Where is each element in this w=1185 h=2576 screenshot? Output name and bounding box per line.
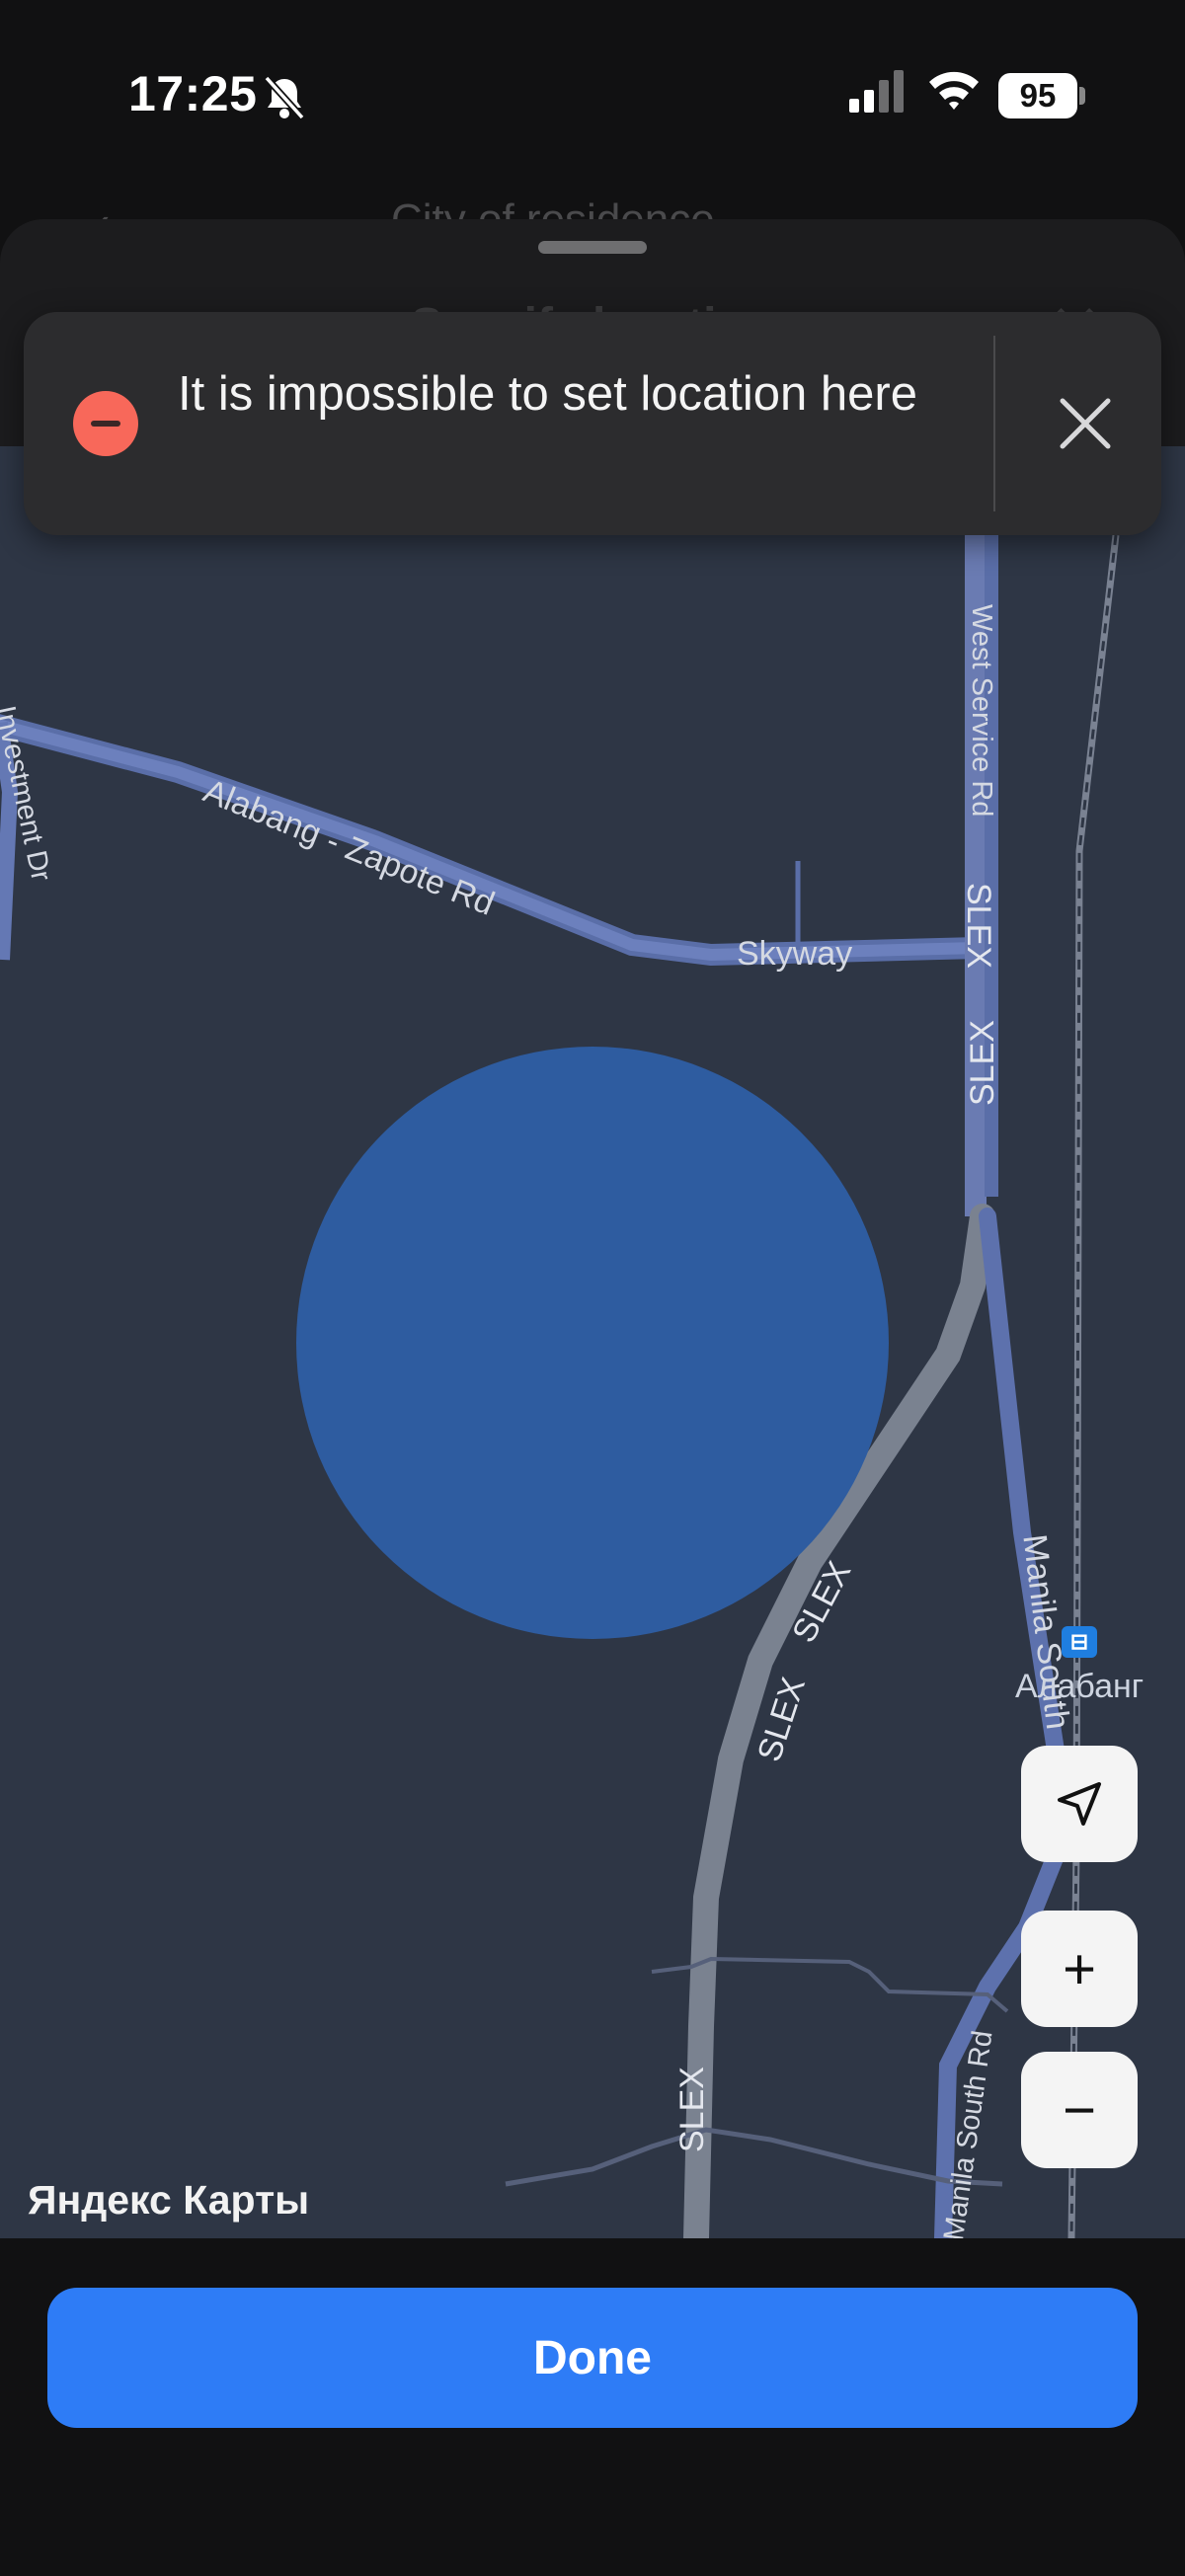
wifi-icon [929, 71, 979, 110]
road-label-skyway: Skyway [737, 935, 853, 973]
close-icon[interactable] [1051, 389, 1120, 458]
my-location-button[interactable] [1021, 1746, 1138, 1862]
battery-tip [1079, 87, 1085, 105]
toast-message: It is impossible to set location here [178, 367, 917, 421]
navigation-arrow-icon [1058, 1782, 1101, 1826]
sheet-drag-handle[interactable] [538, 241, 647, 254]
map-provider-logo: Яндекс Карты [28, 2177, 310, 2223]
status-time: 17:25 [128, 66, 258, 121]
metro-station-icon: ⊟ [1062, 1626, 1097, 1658]
map-roads [0, 506, 1120, 2238]
map-view[interactable]: Alabang - Zapote Rd Skyway West Service … [0, 446, 1185, 2238]
error-minus-icon [73, 391, 138, 456]
cellular-signal-icon [849, 70, 904, 113]
zoom-out-button[interactable]: − [1021, 2052, 1138, 2168]
silent-bell-icon [264, 75, 305, 120]
battery-indicator: 95 [998, 73, 1077, 118]
zoom-in-button[interactable]: + [1021, 1911, 1138, 2027]
station-label: Алабанг [1015, 1668, 1145, 1705]
error-toast: It is impossible to set location here [24, 312, 1161, 535]
road-label-west-service: West Service Rd [966, 604, 997, 818]
status-bar: 17:25 95 [0, 0, 1185, 193]
road-label-slex-2: SLEX [964, 1020, 1001, 1106]
road-label-slex-5: SLEX [673, 2067, 711, 2152]
road-label-slex-1: SLEX [960, 883, 997, 969]
toast-divider [993, 336, 995, 511]
done-button[interactable]: Done [47, 2288, 1138, 2428]
